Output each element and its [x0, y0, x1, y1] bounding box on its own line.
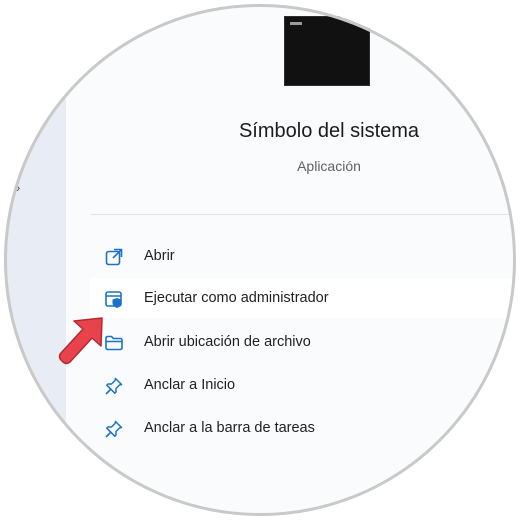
action-label: Anclar a Inicio	[144, 377, 236, 393]
action-open-file-location[interactable]: Abrir ubicación de archivo	[90, 322, 516, 362]
action-pin-to-taskbar[interactable]: Anclar a la barra de tareas	[90, 408, 516, 448]
command-prompt-thumbnail	[284, 16, 370, 86]
pin-icon	[105, 377, 123, 395]
admin-shield-icon	[105, 291, 122, 308]
action-pin-to-start[interactable]: Anclar a Inicio	[90, 365, 516, 405]
pin-icon	[105, 420, 123, 438]
zoom-lens: › Símbolo del sistema Aplicación Abrir E…	[4, 4, 516, 516]
action-label: Abrir ubicación de archivo	[144, 334, 311, 350]
action-label: Ejecutar como administrador	[144, 290, 329, 306]
results-pane-edge: ›	[4, 4, 66, 516]
red-arrow-pointer	[58, 317, 103, 365]
action-open[interactable]: Abrir	[90, 236, 516, 276]
divider	[90, 214, 516, 215]
action-run-as-admin[interactable]: Ejecutar como administrador	[90, 278, 516, 318]
app-title: Símbolo del sistema	[238, 120, 420, 142]
open-external-icon	[105, 248, 123, 266]
cursor-caret	[290, 22, 302, 25]
action-label: Abrir	[144, 248, 175, 264]
action-label: Anclar a la barra de tareas	[144, 420, 315, 436]
chevron-right-icon[interactable]: ›	[16, 180, 20, 195]
app-type-label: Aplicación	[297, 158, 361, 174]
